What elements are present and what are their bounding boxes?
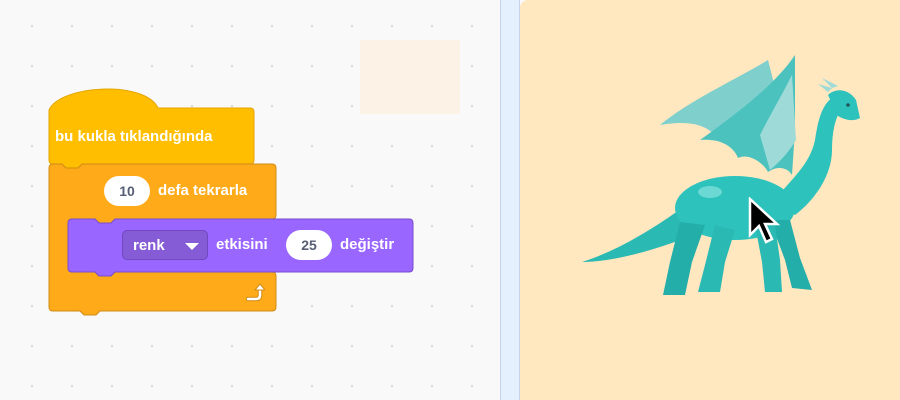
pane-divider[interactable] [500, 0, 520, 400]
stage[interactable] [520, 0, 900, 400]
effect-dropdown[interactable]: renk [122, 230, 208, 260]
loop-arrow-icon [245, 283, 265, 302]
block-shapes [48, 88, 414, 316]
repeat-block-label: defa tekrarla [158, 182, 248, 199]
effect-amount-input[interactable]: 25 [286, 230, 332, 260]
hat-block-label: bu kukla tıklandığında [55, 128, 213, 145]
effect-block-label-end: değiştir [340, 236, 395, 253]
effect-dropdown-value: renk [133, 237, 165, 254]
dragon-sprite[interactable] [520, 0, 900, 400]
code-workspace[interactable]: bu kukla tıklandığında 10 defa tekrarla … [0, 0, 500, 400]
caret-down-icon [185, 243, 199, 250]
effect-block-label-mid: etkisini [216, 236, 268, 253]
repeat-count-input[interactable]: 10 [104, 176, 150, 206]
mouse-pointer-icon [748, 197, 781, 244]
app-root: bu kukla tıklandığında 10 defa tekrarla … [0, 0, 900, 400]
